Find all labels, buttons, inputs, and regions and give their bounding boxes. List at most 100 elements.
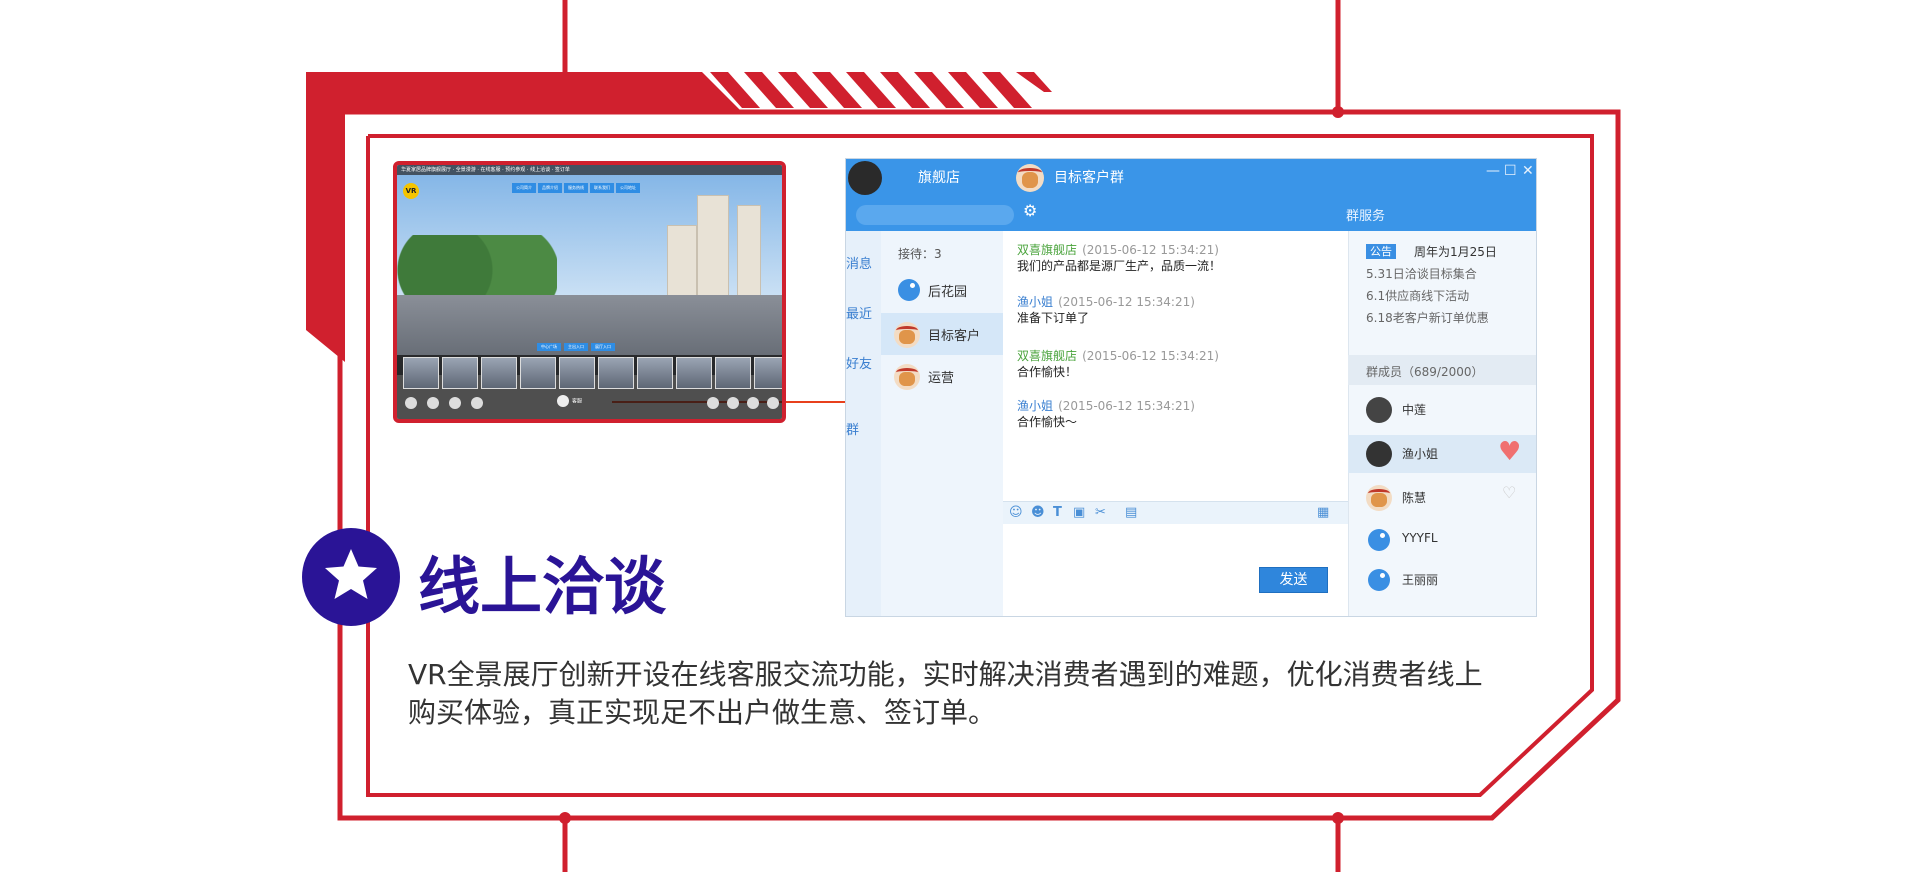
contact-item[interactable]: 运营: [928, 367, 954, 386]
message: 双喜旗舰店 (2015-06-12 15:34:21): [1017, 239, 1219, 258]
heart-icon[interactable]: ♥: [1498, 439, 1521, 465]
member-name[interactable]: 王丽丽: [1402, 571, 1438, 588]
notice-item[interactable]: 6.18老客户新订单优惠: [1366, 309, 1489, 326]
message-time: (2015-06-12 15:34:21): [1082, 243, 1219, 257]
vr-thumbnail[interactable]: [598, 357, 634, 389]
message-time: (2015-06-12 15:34:21): [1058, 399, 1195, 413]
message-time: (2015-06-12 15:34:21): [1082, 349, 1219, 363]
member-avatar: [1368, 569, 1390, 591]
vr-panorama-screenshot: 华夏家居品牌旗舰展厅 · 全景漫游 · 在线客服 · 预约参观 · 线上洽谈 ·…: [393, 161, 786, 423]
notice-title: 周年为1月25日: [1414, 245, 1497, 259]
vr-thumbnail[interactable]: [520, 357, 556, 389]
vr-control-icon[interactable]: [449, 397, 461, 409]
vr-agent[interactable]: 客服: [557, 395, 582, 407]
vr-thumbnail[interactable]: [754, 357, 782, 389]
vr-scene-thumbnails: [403, 357, 782, 389]
member-avatar: [1366, 441, 1392, 467]
vr-menu-item[interactable]: 服务热线: [564, 183, 588, 193]
star-icon: [325, 549, 377, 599]
vr-control-icon[interactable]: [727, 397, 739, 409]
vr-thumbnail[interactable]: [442, 357, 478, 389]
vr-control-icon[interactable]: [707, 397, 719, 409]
font-icon[interactable]: T: [1053, 505, 1062, 520]
vr-building: [697, 195, 729, 297]
nav-recent[interactable]: 最近: [846, 303, 872, 322]
nav-friends[interactable]: 好友: [846, 353, 872, 372]
message-sender: 双喜旗舰店: [1017, 243, 1078, 257]
member-avatar: [1366, 485, 1392, 511]
chat-window: 旗舰店 目标客户群 — ☐ ✕ ⚙ 群服务 消息 最近 好友 群 接待：3 后花…: [845, 158, 1537, 617]
vr-building: [667, 225, 697, 297]
vr-control-icon[interactable]: [427, 397, 439, 409]
member-name[interactable]: 渔小姐: [1402, 445, 1438, 462]
vr-thumbnail[interactable]: [715, 357, 751, 389]
sticker-icon[interactable]: ☻: [1031, 505, 1045, 520]
agent-avatar: [557, 395, 569, 407]
vr-scene-tab[interactable]: 中心广场: [537, 343, 561, 351]
heart-outline-icon[interactable]: ♡: [1502, 485, 1516, 501]
vr-menu-item[interactable]: 公司简介: [512, 183, 536, 193]
vr-top-text: 华夏家居品牌旗舰展厅 · 全景漫游 · 在线客服 · 预约参观 · 线上洽谈 ·…: [397, 165, 782, 175]
image-icon[interactable]: ▣: [1073, 505, 1085, 520]
user-avatar[interactable]: [848, 161, 882, 195]
member-name[interactable]: YYYFL: [1402, 531, 1438, 545]
scissors-icon[interactable]: ✂: [1095, 505, 1106, 520]
vr-scene-tab[interactable]: 展厅入口: [591, 343, 615, 351]
gear-icon[interactable]: ⚙: [1023, 203, 1039, 219]
member-name[interactable]: 陈慧: [1402, 489, 1426, 506]
vr-thumbnail[interactable]: [637, 357, 673, 389]
vr-control-icon[interactable]: [471, 397, 483, 409]
send-button[interactable]: 发送: [1259, 567, 1328, 593]
vr-thumbnail[interactable]: [481, 357, 517, 389]
vr-menu-item[interactable]: 品牌介绍: [538, 183, 562, 193]
group-service[interactable]: 群服务: [1346, 205, 1385, 224]
message-text: 合作愉快！: [1017, 365, 1078, 379]
vr-controls: [397, 397, 782, 417]
contact-avatar: [894, 364, 920, 390]
receiving-count: 接待：3: [898, 247, 942, 261]
search-input[interactable]: [856, 205, 1014, 225]
notice-item[interactable]: 5.31日洽谈目标集合: [1366, 265, 1477, 282]
contact-item[interactable]: 目标客户: [928, 325, 980, 344]
notice-tag: 公告: [1366, 244, 1396, 259]
minimize-icon[interactable]: —: [1486, 163, 1500, 179]
vr-thumbnail[interactable]: [676, 357, 712, 389]
emoji-icon[interactable]: ☺: [1009, 505, 1023, 520]
member-name[interactable]: 中莲: [1402, 401, 1426, 418]
vr-agent-label: 客服: [572, 398, 583, 405]
folder-icon[interactable]: ▤: [1125, 505, 1137, 520]
vr-building: [737, 205, 761, 297]
notice-item[interactable]: 6.1供应商线下活动: [1366, 287, 1469, 304]
vr-thumbnail[interactable]: [403, 357, 439, 389]
vr-control-icon[interactable]: [767, 397, 779, 409]
message-area: 双喜旗舰店 (2015-06-12 15:34:21) 我们的产品都是源厂生产，…: [1003, 231, 1348, 501]
message: 渔小姐 (2015-06-12 15:34:21): [1017, 395, 1195, 414]
group-avatar: [1016, 164, 1044, 192]
message: 渔小姐 (2015-06-12 15:34:21): [1017, 291, 1195, 310]
member-avatar: [1366, 397, 1392, 423]
vr-control-icon[interactable]: [405, 397, 417, 409]
history-icon[interactable]: ▦: [1317, 505, 1329, 520]
vr-control-icon[interactable]: [747, 397, 759, 409]
vr-menu-item[interactable]: 公司地址: [616, 183, 640, 193]
vr-logo: VR: [403, 183, 419, 199]
contact-avatar: [898, 279, 920, 301]
close-icon[interactable]: ✕: [1522, 163, 1534, 179]
message-time: (2015-06-12 15:34:21): [1058, 295, 1195, 309]
vr-menu-item[interactable]: 联系我们: [590, 183, 614, 193]
store-name: 旗舰店: [918, 170, 960, 186]
maximize-icon[interactable]: ☐: [1504, 163, 1517, 179]
vr-menu: 公司简介 品牌介绍 服务热线 联系我们 公司地址: [512, 183, 640, 193]
vr-scene-tabs: 中心广场 主出入口 展厅入口: [537, 343, 615, 351]
contact-item[interactable]: 后花园: [928, 281, 967, 300]
left-nav: 消息 最近 好友 群: [846, 231, 881, 616]
section-title: 线上洽谈: [418, 550, 667, 623]
input-toolbar: ☺ ☻ T ▣ ✂ ▤ ▦: [1003, 501, 1348, 524]
nav-messages[interactable]: 消息: [846, 253, 872, 272]
vr-thumbnail[interactable]: [559, 357, 595, 389]
vr-scene-tab[interactable]: 主出入口: [564, 343, 588, 351]
message-sender: 双喜旗舰店: [1017, 349, 1078, 363]
nav-groups[interactable]: 群: [846, 419, 859, 438]
message-text: 合作愉快～: [1017, 415, 1078, 429]
members-label: 群成员（689/2000）: [1366, 365, 1484, 379]
